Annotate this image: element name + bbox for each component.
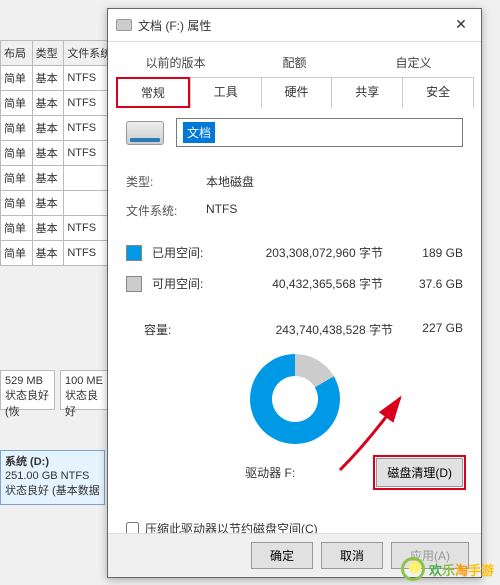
drive-properties-dialog: 文档 (F:) 属性 ✕ 以前的版本 配额 自定义 常规 工具 硬件 共享 安全… bbox=[107, 8, 482, 578]
bg-partition-block-3[interactable]: 系统 (D:) 251.00 GB NTFS 状态良好 (基本数据 bbox=[0, 450, 105, 505]
usage-donut-chart bbox=[126, 348, 463, 446]
free-bytes: 40,432,365,568 字节 bbox=[222, 275, 393, 292]
fs-label: 文件系统: bbox=[126, 202, 206, 219]
bg-part3-title: 系统 (D:) bbox=[5, 455, 100, 469]
table-row[interactable]: 简单基本NTFS bbox=[1, 66, 120, 91]
tab-quota[interactable]: 配额 bbox=[235, 48, 354, 77]
used-bytes: 203,308,072,960 字节 bbox=[222, 244, 393, 261]
table-row[interactable]: 简单基本NTFS bbox=[1, 91, 120, 116]
tabs-container: 以前的版本 配额 自定义 常规 工具 硬件 共享 安全 bbox=[108, 42, 481, 108]
table-row[interactable]: 简单基本 bbox=[1, 191, 120, 216]
watermark: 欢乐淘手游 bbox=[401, 557, 494, 581]
bg-part3-size: 251.00 GB NTFS bbox=[5, 469, 100, 483]
capacity-bytes: 243,740,438,528 字节 bbox=[212, 321, 403, 338]
fs-value: NTFS bbox=[206, 202, 463, 219]
used-label: 已用空间: bbox=[152, 244, 212, 261]
dialog-title: 文档 (F:) 属性 bbox=[138, 17, 449, 34]
bg-part3-status: 状态良好 (基本数据 bbox=[5, 484, 100, 498]
tab-hardware[interactable]: 硬件 bbox=[261, 77, 333, 108]
bg-partition-block-2: 100 ME 状态良好 bbox=[60, 370, 110, 410]
disk-cleanup-button[interactable]: 磁盘清理(D) bbox=[376, 458, 463, 487]
drive-icon bbox=[116, 19, 132, 31]
tab-security[interactable]: 安全 bbox=[402, 77, 474, 108]
bg-part2-size: 100 ME bbox=[65, 375, 105, 387]
bg-volume-table: 布局 类型 文件系统 简单基本NTFS简单基本NTFS简单基本NTFS简单基本N… bbox=[0, 40, 120, 266]
bg-part1-size: 529 MB bbox=[5, 375, 50, 387]
type-value: 本地磁盘 bbox=[206, 173, 463, 190]
tab-tools[interactable]: 工具 bbox=[190, 77, 262, 108]
col-type: 类型 bbox=[32, 41, 64, 66]
drive-large-icon bbox=[126, 121, 164, 145]
watermark-logo-icon bbox=[401, 557, 425, 581]
table-row[interactable]: 简单基本 bbox=[1, 166, 120, 191]
drive-caption: 驱动器 F: bbox=[126, 464, 376, 481]
watermark-text: 欢乐淘手游 bbox=[429, 560, 494, 579]
tab-general-content: 文档 类型: 本地磁盘 文件系统: NTFS 已用空间: 203,308,072… bbox=[108, 108, 481, 533]
compress-checkbox[interactable] bbox=[126, 522, 139, 533]
col-layout: 布局 bbox=[1, 41, 33, 66]
bg-part2-status: 状态良好 bbox=[65, 387, 105, 419]
capacity-gb: 227 GB bbox=[403, 321, 463, 338]
tab-custom[interactable]: 自定义 bbox=[354, 48, 473, 77]
ok-button[interactable]: 确定 bbox=[251, 542, 313, 569]
tab-general[interactable]: 常规 bbox=[116, 77, 190, 108]
bg-part1-status: 状态良好 (恢 bbox=[5, 387, 50, 419]
table-row[interactable]: 简单基本NTFS bbox=[1, 116, 120, 141]
used-swatch-icon bbox=[126, 245, 142, 261]
used-gb: 189 GB bbox=[403, 246, 463, 260]
type-label: 类型: bbox=[126, 173, 206, 190]
table-row[interactable]: 简单基本NTFS bbox=[1, 216, 120, 241]
drive-name-input[interactable]: 文档 bbox=[176, 118, 463, 147]
compress-checkbox-row[interactable]: 压缩此驱动器以节约磁盘空间(C) bbox=[126, 517, 463, 533]
free-gb: 37.6 GB bbox=[403, 277, 463, 291]
tab-sharing[interactable]: 共享 bbox=[331, 77, 403, 108]
table-row[interactable]: 简单基本NTFS bbox=[1, 141, 120, 166]
bg-partition-block-1: 529 MB 状态良好 (恢 bbox=[0, 370, 55, 410]
close-icon[interactable]: ✕ bbox=[449, 15, 473, 35]
tab-previous-versions[interactable]: 以前的版本 bbox=[116, 48, 235, 77]
table-row[interactable]: 简单基本NTFS bbox=[1, 241, 120, 266]
compress-label: 压缩此驱动器以节约磁盘空间(C) bbox=[145, 520, 318, 533]
free-label: 可用空间: bbox=[152, 275, 212, 292]
cancel-button[interactable]: 取消 bbox=[321, 542, 383, 569]
free-swatch-icon bbox=[126, 276, 142, 292]
capacity-label: 容量: bbox=[144, 321, 212, 338]
titlebar[interactable]: 文档 (F:) 属性 ✕ bbox=[108, 9, 481, 42]
